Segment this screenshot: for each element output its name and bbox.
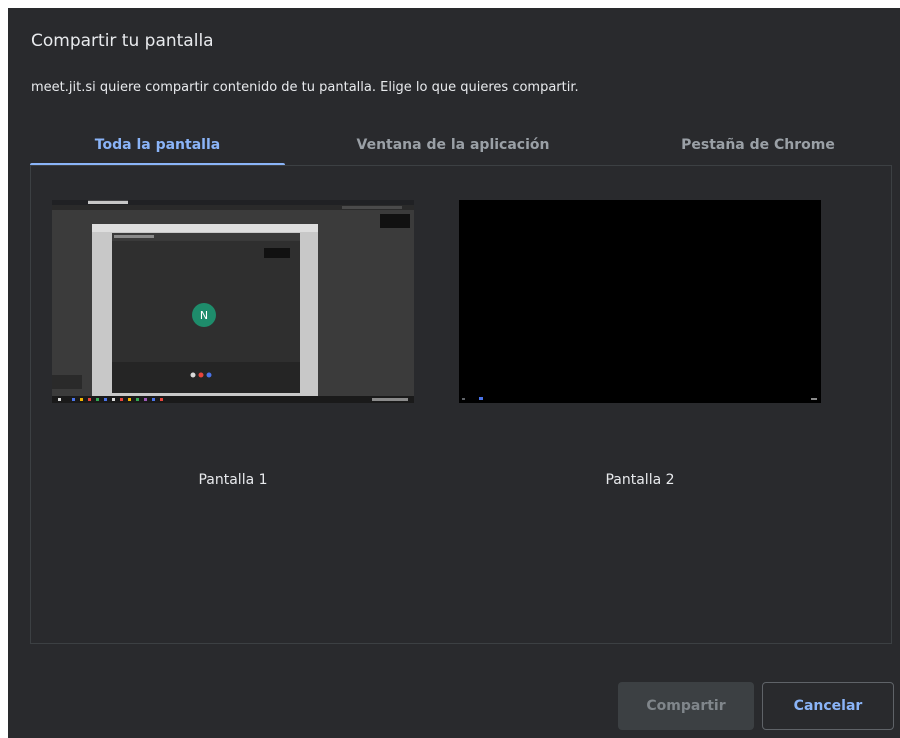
cancel-button[interactable]: Cancelar: [762, 682, 894, 730]
screen-1-thumbnail: N: [52, 200, 414, 403]
source-tabs: Toda la pantalla Ventana de la aplicació…: [30, 125, 896, 166]
screen-1-label: Pantalla 1: [198, 472, 268, 488]
screen-2-label: Pantalla 2: [605, 472, 675, 488]
tab-chrome-tab[interactable]: Pestaña de Chrome: [620, 125, 896, 165]
tab-entire-screen[interactable]: Toda la pantalla: [30, 125, 285, 166]
screen-2-preview: [459, 200, 821, 403]
share-button[interactable]: Compartir: [618, 682, 754, 730]
share-screen-dialog: Compartir tu pantalla meet.jit.si quiere…: [8, 8, 900, 738]
source-list: N Pantalla 1 Pantalla 2: [30, 165, 892, 644]
screen-1-preview: N: [52, 200, 414, 403]
tab-label: Ventana de la aplicación: [356, 137, 550, 153]
tab-application-window[interactable]: Ventana de la aplicación: [286, 125, 620, 165]
svg-text:N: N: [200, 309, 208, 322]
tab-label: Pestaña de Chrome: [681, 137, 835, 153]
dialog-title: Compartir tu pantalla: [31, 31, 214, 51]
tab-label: Toda la pantalla: [94, 137, 221, 153]
dialog-subtitle: meet.jit.si quiere compartir contenido d…: [31, 80, 579, 95]
screen-2-thumbnail: [459, 200, 821, 403]
